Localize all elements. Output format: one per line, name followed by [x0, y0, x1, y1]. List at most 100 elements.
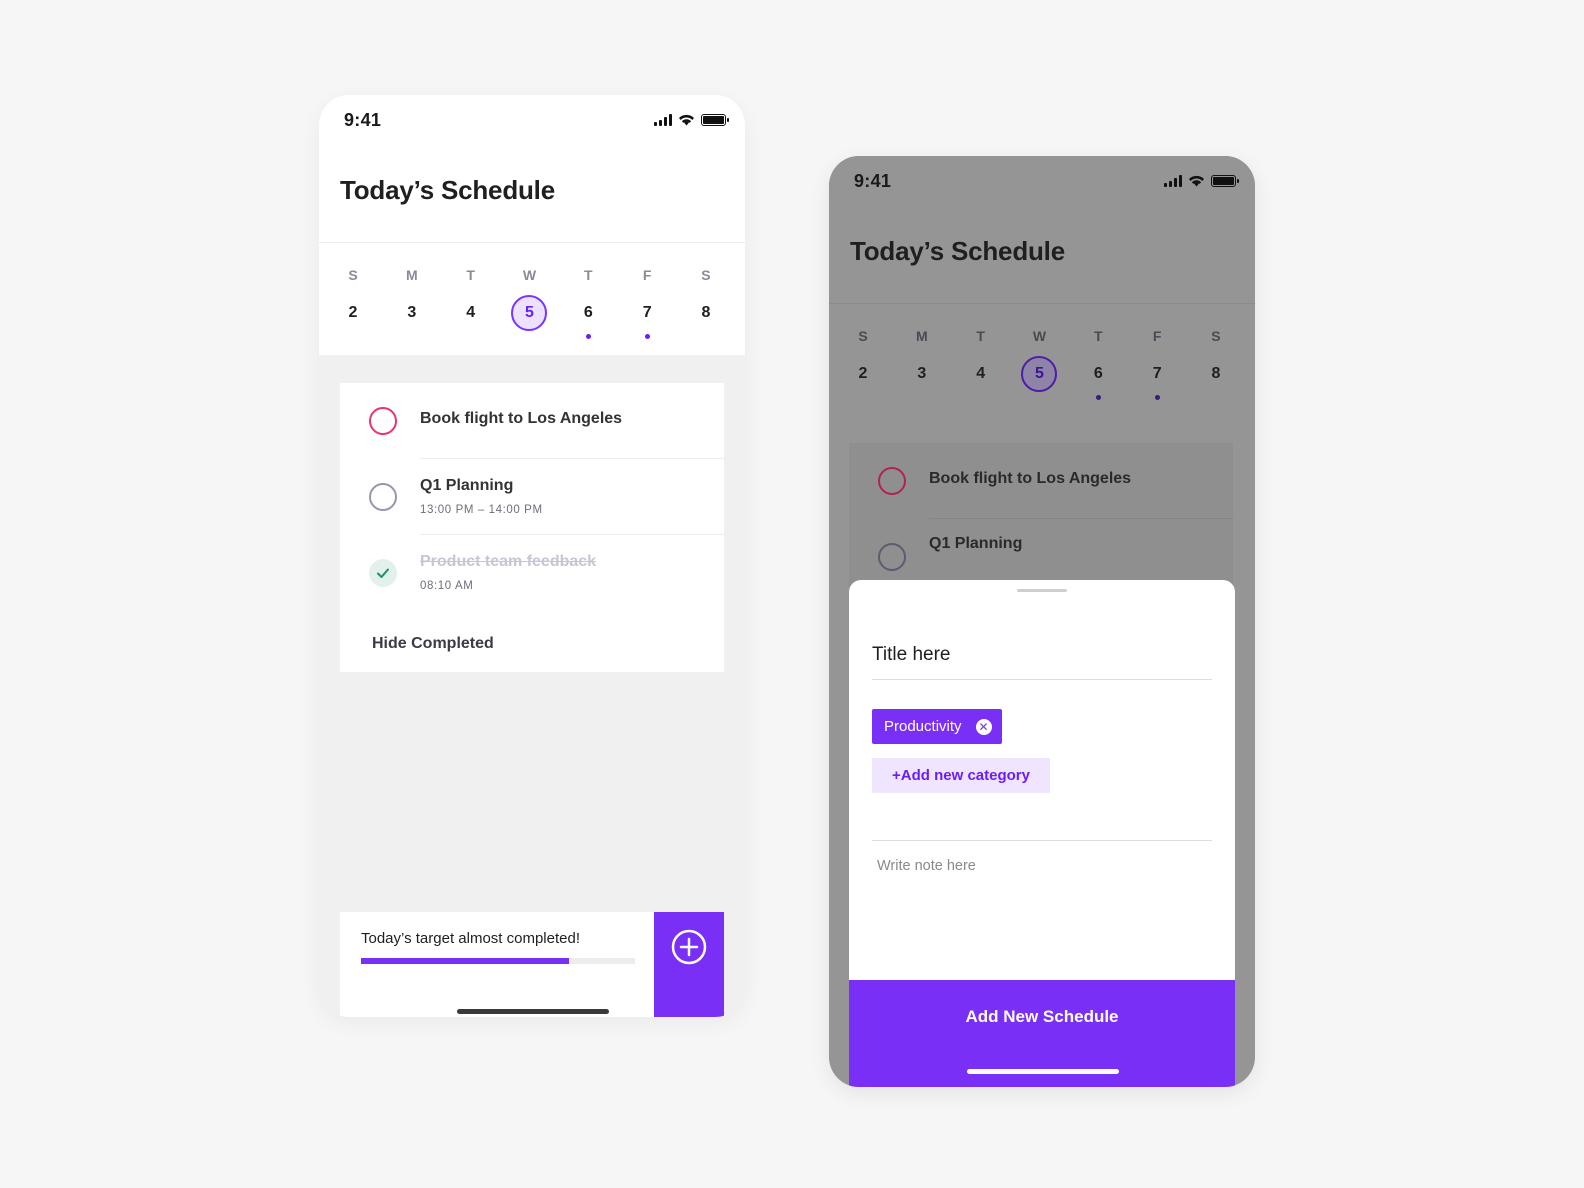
day-number: 2	[858, 365, 868, 382]
task-item-completed[interactable]: Product team feedback 08:10 AM	[340, 535, 724, 611]
day-letter: W	[522, 267, 537, 283]
add-new-schedule-button[interactable]: Add New Schedule	[849, 980, 1235, 1087]
event-dot	[1095, 395, 1101, 400]
wifi-icon	[679, 114, 694, 126]
day-number: 2	[348, 304, 358, 321]
day-mon[interactable]: M3	[902, 304, 942, 416]
day-letter: T	[1094, 328, 1103, 344]
task-title: Book flight to Los Angeles	[420, 410, 623, 427]
day-sat[interactable]: S8	[1196, 304, 1236, 416]
add-schedule-sheet: Productivity ✕ +Add new category Add New…	[849, 580, 1235, 1087]
progress-fill	[361, 958, 570, 964]
task-time: 08:10 AM	[420, 580, 474, 592]
note-input[interactable]	[872, 852, 1212, 962]
day-number: 3	[407, 304, 417, 321]
signal-icon	[1164, 174, 1182, 187]
target-bar: Today’s target almost completed!	[340, 912, 724, 1017]
day-fri[interactable]: F7	[627, 243, 667, 355]
event-dot	[644, 334, 650, 339]
plus-circle-icon	[671, 929, 707, 965]
day-sun[interactable]: S2	[843, 304, 883, 416]
day-number: 7	[642, 304, 652, 321]
wifi-icon	[1189, 175, 1204, 187]
event-dot	[1154, 395, 1160, 400]
task-item[interactable]: Q1 Planning 13:00 PM – 14:00 PM	[340, 459, 724, 535]
home-indicator	[457, 1009, 609, 1014]
header: 9:41 Today’s Schedule	[829, 156, 1255, 303]
task-content: Product team feedback 08:10 AM	[420, 535, 724, 611]
day-number: 7	[1152, 365, 1162, 382]
check-icon[interactable]	[369, 559, 397, 587]
target-text: Today’s target almost completed!	[361, 930, 581, 947]
schedule-screen: 9:41 Today’s Schedule S2 M3 T4 W5 T6 F7 …	[319, 95, 745, 1017]
day-letter: S	[858, 328, 868, 344]
day-number: 6	[583, 304, 593, 321]
hide-completed-button[interactable]: Hide Completed	[372, 635, 494, 653]
task-time: 13:00 PM – 14:00 PM	[420, 504, 543, 516]
day-mon[interactable]: M3	[392, 243, 432, 355]
event-dot	[585, 334, 591, 339]
day-thu[interactable]: T6	[568, 243, 608, 355]
add-schedule-screen: 9:41 Today’s Schedule S2 M3 T4 W5 T6 F7 …	[829, 156, 1255, 1087]
task-content: Q1 Planning 13:00 PM – 14:00 PM	[420, 459, 724, 535]
day-fri[interactable]: F7	[1137, 304, 1177, 416]
task-checkbox[interactable]	[878, 543, 906, 571]
task-title: Product team feedback	[420, 553, 597, 570]
task-content: Book flight to Los Angeles	[929, 443, 1233, 519]
status-time: 9:41	[854, 171, 892, 191]
title-input[interactable]	[872, 630, 1212, 680]
submit-label: Add New Schedule	[965, 1007, 1119, 1026]
task-list: Book flight to Los Angeles Q1 Planning 1…	[340, 383, 724, 672]
task-content: Book flight to Los Angeles	[420, 383, 724, 459]
signal-icon	[654, 113, 672, 126]
day-sun[interactable]: S2	[333, 243, 373, 355]
add-category-button[interactable]: +Add new category	[872, 758, 1050, 793]
task-checkbox[interactable]	[369, 483, 397, 511]
home-indicator	[967, 1069, 1119, 1074]
status-icons	[654, 113, 729, 126]
task-checkbox[interactable]	[369, 407, 397, 435]
day-letter: M	[915, 328, 928, 344]
day-thu[interactable]: T6	[1078, 304, 1118, 416]
day-number: 6	[1093, 365, 1103, 382]
page-title: Today’s Schedule	[850, 236, 1065, 266]
day-number: 5	[511, 295, 548, 331]
week-strip: S2 M3 T4 W5 T6 F7 S8	[319, 242, 745, 355]
task-item[interactable]: Book flight to Los Angeles	[849, 443, 1233, 519]
status-icons	[1164, 174, 1239, 187]
header: 9:41 Today’s Schedule	[319, 95, 745, 242]
day-letter: S	[348, 267, 358, 283]
day-letter: S	[1211, 328, 1221, 344]
category-chip-label: Productivity	[884, 718, 962, 735]
task-title: Book flight to Los Angeles	[929, 470, 1132, 487]
task-title: Q1 Planning	[420, 477, 514, 494]
day-letter: T	[584, 267, 593, 283]
status-time: 9:41	[344, 110, 382, 130]
progress-bar	[361, 958, 635, 964]
task-checkbox[interactable]	[878, 467, 906, 495]
day-number: 5	[1021, 356, 1058, 392]
sheet-grabber[interactable]	[1017, 589, 1067, 592]
day-tue[interactable]: T4	[961, 304, 1001, 416]
day-number: 4	[976, 365, 986, 382]
day-letter: M	[405, 267, 418, 283]
day-sat[interactable]: S8	[686, 243, 726, 355]
day-number: 4	[466, 304, 476, 321]
week-strip: S2 M3 T4 W5 T6 F7 S8	[829, 303, 1255, 416]
day-wed-selected[interactable]: W5	[1019, 304, 1059, 416]
battery-icon	[701, 113, 729, 126]
task-title: Q1 Planning	[929, 535, 1023, 552]
day-letter: T	[976, 328, 985, 344]
category-chip[interactable]: Productivity ✕	[872, 709, 1002, 744]
close-icon[interactable]: ✕	[975, 718, 992, 735]
divider	[872, 840, 1212, 841]
day-number: 3	[917, 365, 927, 382]
add-schedule-button[interactable]	[654, 912, 724, 1017]
day-tue[interactable]: T4	[451, 243, 491, 355]
page-title: Today’s Schedule	[340, 175, 555, 205]
day-wed-selected[interactable]: W5	[509, 243, 549, 355]
day-number: 8	[1211, 365, 1221, 382]
day-letter: S	[701, 267, 711, 283]
day-letter: F	[1152, 328, 1162, 344]
task-item[interactable]: Book flight to Los Angeles	[340, 383, 724, 459]
